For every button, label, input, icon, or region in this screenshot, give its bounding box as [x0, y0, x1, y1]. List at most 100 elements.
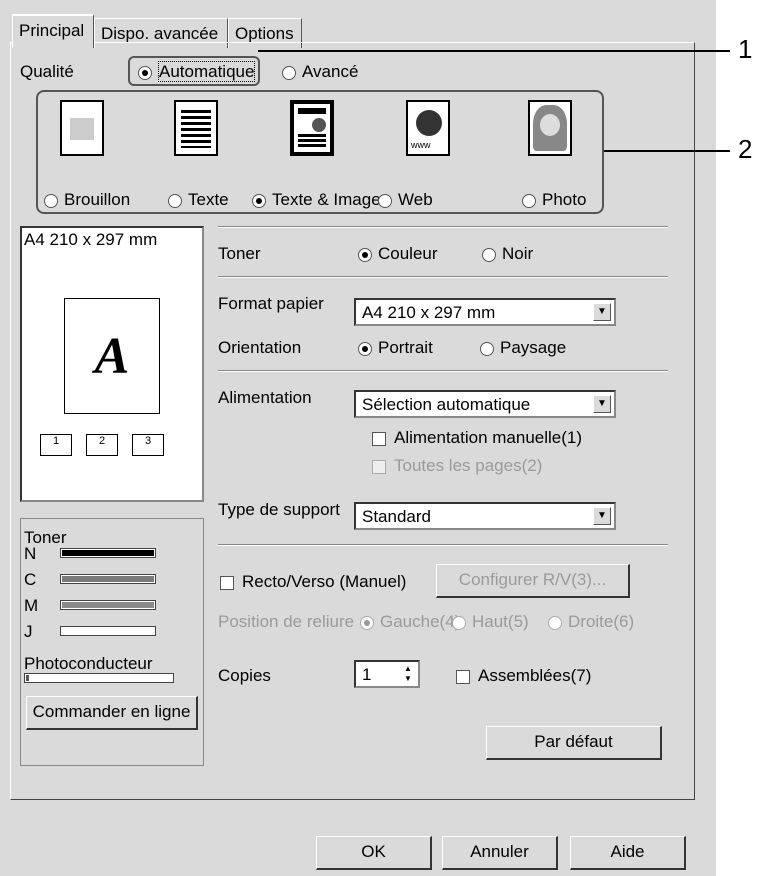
- toner-level-fill: [62, 550, 154, 556]
- photoconductor-label: Photoconducteur: [24, 654, 153, 673]
- radio-texte[interactable]: Texte: [168, 190, 229, 210]
- radio-label: Haut(5): [472, 612, 529, 631]
- copies-label: Copies: [218, 666, 271, 685]
- ok-button[interactable]: OK: [316, 836, 432, 870]
- copy-2-icon: 2: [86, 434, 118, 456]
- copies-value: 1: [362, 665, 372, 684]
- help-button[interactable]: Aide: [570, 836, 686, 870]
- toner-level-fill: [62, 576, 154, 582]
- configure-duplex-button[interactable]: Configurer R/V(3)...: [436, 564, 630, 598]
- radio-automatique[interactable]: Automatique: [138, 61, 256, 82]
- preview-paper-size: A4 210 x 297 mm: [24, 230, 158, 249]
- radio-paysage[interactable]: Paysage: [480, 338, 566, 358]
- radio-circle: [548, 615, 562, 630]
- chevron-down-icon: ▼: [593, 507, 611, 525]
- toner-level-label: J: [24, 622, 33, 641]
- radio-label: Droite(6): [568, 612, 635, 631]
- order-online-button[interactable]: Commander en ligne: [26, 696, 198, 730]
- radio-label: Avancé: [302, 62, 359, 81]
- radio-circle: [360, 615, 374, 630]
- media-type-label: Type de support: [218, 500, 340, 519]
- toner-level-fill: [62, 602, 154, 608]
- radio-label: Web: [398, 190, 433, 209]
- checkbox-box: [456, 669, 470, 684]
- radio-label: Portrait: [378, 338, 433, 357]
- radio-label: Texte & Image: [272, 190, 381, 209]
- manual-feed-checkbox[interactable]: Alimentation manuelle(1): [372, 428, 582, 448]
- photoconductor-fill: [26, 675, 29, 681]
- tab-label: Dispo. avancée: [101, 24, 219, 43]
- binding-position-label: Position de reliure: [218, 612, 355, 631]
- draft-document-icon[interactable]: [60, 100, 104, 156]
- select-value: Standard: [362, 507, 431, 526]
- radio-portrait[interactable]: Portrait: [358, 338, 433, 358]
- radio-circle: [358, 341, 372, 356]
- radio-label: Paysage: [500, 338, 567, 357]
- checkbox-box: [220, 575, 234, 590]
- paper-format-label: Format papier: [218, 294, 324, 313]
- checkbox-box: [372, 459, 386, 474]
- cancel-button[interactable]: Annuler: [442, 836, 558, 870]
- photoconductor-bar: [24, 673, 174, 683]
- checkbox-label: Alimentation manuelle(1): [394, 428, 583, 447]
- radio-circle: [358, 247, 372, 262]
- radio-couleur[interactable]: Couleur: [358, 244, 438, 264]
- quality-label: Qualité: [20, 62, 74, 81]
- checkbox-box: [372, 431, 386, 446]
- toner-level-label: N: [24, 544, 37, 563]
- paper-format-select[interactable]: A4 210 x 297 mm ▼: [354, 298, 616, 326]
- default-button[interactable]: Par défaut: [486, 726, 662, 760]
- toner-level-bar: [60, 626, 156, 636]
- radio-label: Noir: [502, 244, 534, 263]
- collate-checkbox[interactable]: Assemblées(7): [456, 666, 591, 686]
- radio-droite[interactable]: Droite(6): [548, 612, 634, 632]
- text-image-document-icon[interactable]: [290, 100, 334, 156]
- radio-circle: [168, 193, 182, 208]
- radio-circle: [522, 193, 536, 208]
- radio-brouillon[interactable]: Brouillon: [44, 190, 130, 210]
- photo-portrait-icon[interactable]: [528, 100, 572, 156]
- separator: [218, 226, 668, 228]
- radio-label: Texte: [188, 190, 229, 209]
- callout-number-2: 2: [738, 134, 753, 164]
- web-globe-icon[interactable]: www: [406, 100, 450, 156]
- copy-1-icon: 1: [40, 434, 72, 456]
- source-label: Alimentation: [218, 388, 312, 407]
- paper-preview: A4 210 x 297 mm A 1 2 3: [20, 226, 204, 502]
- all-pages-checkbox[interactable]: Toutes les pages(2): [372, 456, 542, 476]
- toner-level-label: C: [24, 570, 37, 589]
- radio-noir[interactable]: Noir: [482, 244, 533, 264]
- radio-gauche[interactable]: Gauche(4): [360, 612, 460, 632]
- radio-circle: [252, 193, 266, 208]
- radio-label: Photo: [542, 190, 587, 209]
- copies-stepper[interactable]: 1 ▲ ▼: [354, 660, 420, 688]
- text-document-icon[interactable]: [174, 100, 218, 156]
- source-select[interactable]: Sélection automatique ▼: [354, 390, 616, 418]
- radio-circle: [482, 247, 496, 262]
- checkbox-label: Assemblées(7): [478, 666, 592, 685]
- duplex-checkbox[interactable]: Recto/Verso (Manuel): [220, 572, 406, 592]
- radio-label: Gauche(4): [380, 612, 461, 631]
- chevron-down-icon[interactable]: ▼: [400, 674, 416, 684]
- radio-label: Brouillon: [64, 190, 131, 209]
- preview-page: A: [64, 298, 160, 414]
- radio-texte-image[interactable]: Texte & Image: [252, 190, 381, 210]
- chevron-up-icon[interactable]: ▲: [400, 664, 416, 674]
- select-value: Sélection automatique: [362, 395, 531, 414]
- preview-letter: A: [94, 328, 130, 385]
- callout-line-1: [258, 50, 730, 52]
- tab-label: Principal: [19, 21, 85, 40]
- radio-haut[interactable]: Haut(5): [452, 612, 529, 632]
- tab-principal[interactable]: Principal: [12, 14, 94, 48]
- checkbox-label: Toutes les pages(2): [394, 456, 543, 475]
- radio-avance[interactable]: Avancé: [282, 62, 358, 82]
- radio-photo[interactable]: Photo: [522, 190, 586, 210]
- chevron-down-icon: ▼: [593, 395, 611, 413]
- radio-circle: [282, 65, 296, 80]
- toner-level-label: M: [24, 596, 39, 615]
- toner-label: Toner: [218, 244, 261, 263]
- separator: [218, 276, 668, 278]
- radio-web[interactable]: Web: [378, 190, 433, 210]
- media-type-select[interactable]: Standard ▼: [354, 502, 616, 530]
- printer-properties-dialog: Principal Dispo. avancée Options Qualité…: [0, 0, 716, 876]
